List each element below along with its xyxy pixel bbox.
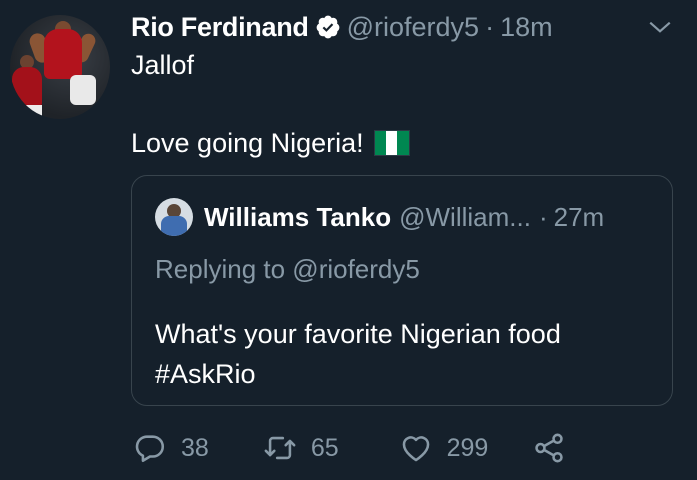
- like-button[interactable]: 299: [399, 431, 489, 465]
- replying-to: Replying to @rioferdy5: [155, 254, 420, 284]
- like-count: 299: [446, 433, 489, 462]
- tweet-text-line2: Love going Nigeria!: [131, 128, 364, 158]
- chevron-down-icon[interactable]: [647, 14, 673, 40]
- nigeria-flag-icon: [373, 130, 410, 156]
- quoted-tweet-header: Williams Tanko @William... · 27m: [204, 200, 604, 234]
- share-icon: [535, 433, 564, 463]
- verified-badge-icon: [315, 14, 341, 40]
- quoted-tweet[interactable]: Williams Tanko @William... · 27m Replyin…: [131, 175, 673, 406]
- author-handle[interactable]: @rioferdy5: [347, 12, 479, 43]
- retweet-count: 65: [310, 433, 339, 462]
- quoted-author-avatar: [155, 198, 193, 236]
- quoted-tweet-text: What's your favorite Nigerian food #AskR…: [155, 314, 561, 394]
- quoted-text-line2: #AskRio: [155, 359, 256, 389]
- quoted-tweet-time: 27m: [553, 201, 605, 232]
- share-button[interactable]: [532, 431, 566, 465]
- tweet-text-line1: Jallof: [131, 50, 195, 80]
- author-avatar[interactable]: [10, 15, 110, 119]
- reply-icon: [135, 435, 165, 463]
- author-name[interactable]: Rio Ferdinand: [131, 12, 309, 43]
- reply-button[interactable]: 38: [133, 431, 209, 465]
- quoted-author-handle: @William...: [399, 201, 531, 232]
- reply-count: 38: [181, 433, 209, 462]
- time-separator: ·: [485, 11, 495, 42]
- retweet-icon: [264, 436, 296, 460]
- retweet-button[interactable]: 65: [263, 431, 339, 465]
- quoted-text-line1: What's your favorite Nigerian food: [155, 319, 561, 349]
- heart-icon: [402, 436, 429, 462]
- tweet-time[interactable]: 18m: [500, 12, 553, 43]
- tweet-text-line2-row: Love going Nigeria!: [131, 126, 410, 160]
- quoted-time-separator: ·: [538, 201, 548, 232]
- tweet-header: Rio Ferdinand @rioferdy5 · 18m: [131, 10, 553, 44]
- quoted-author-name: Williams Tanko: [204, 201, 392, 232]
- tweet-actions: 38 65 299: [133, 430, 566, 466]
